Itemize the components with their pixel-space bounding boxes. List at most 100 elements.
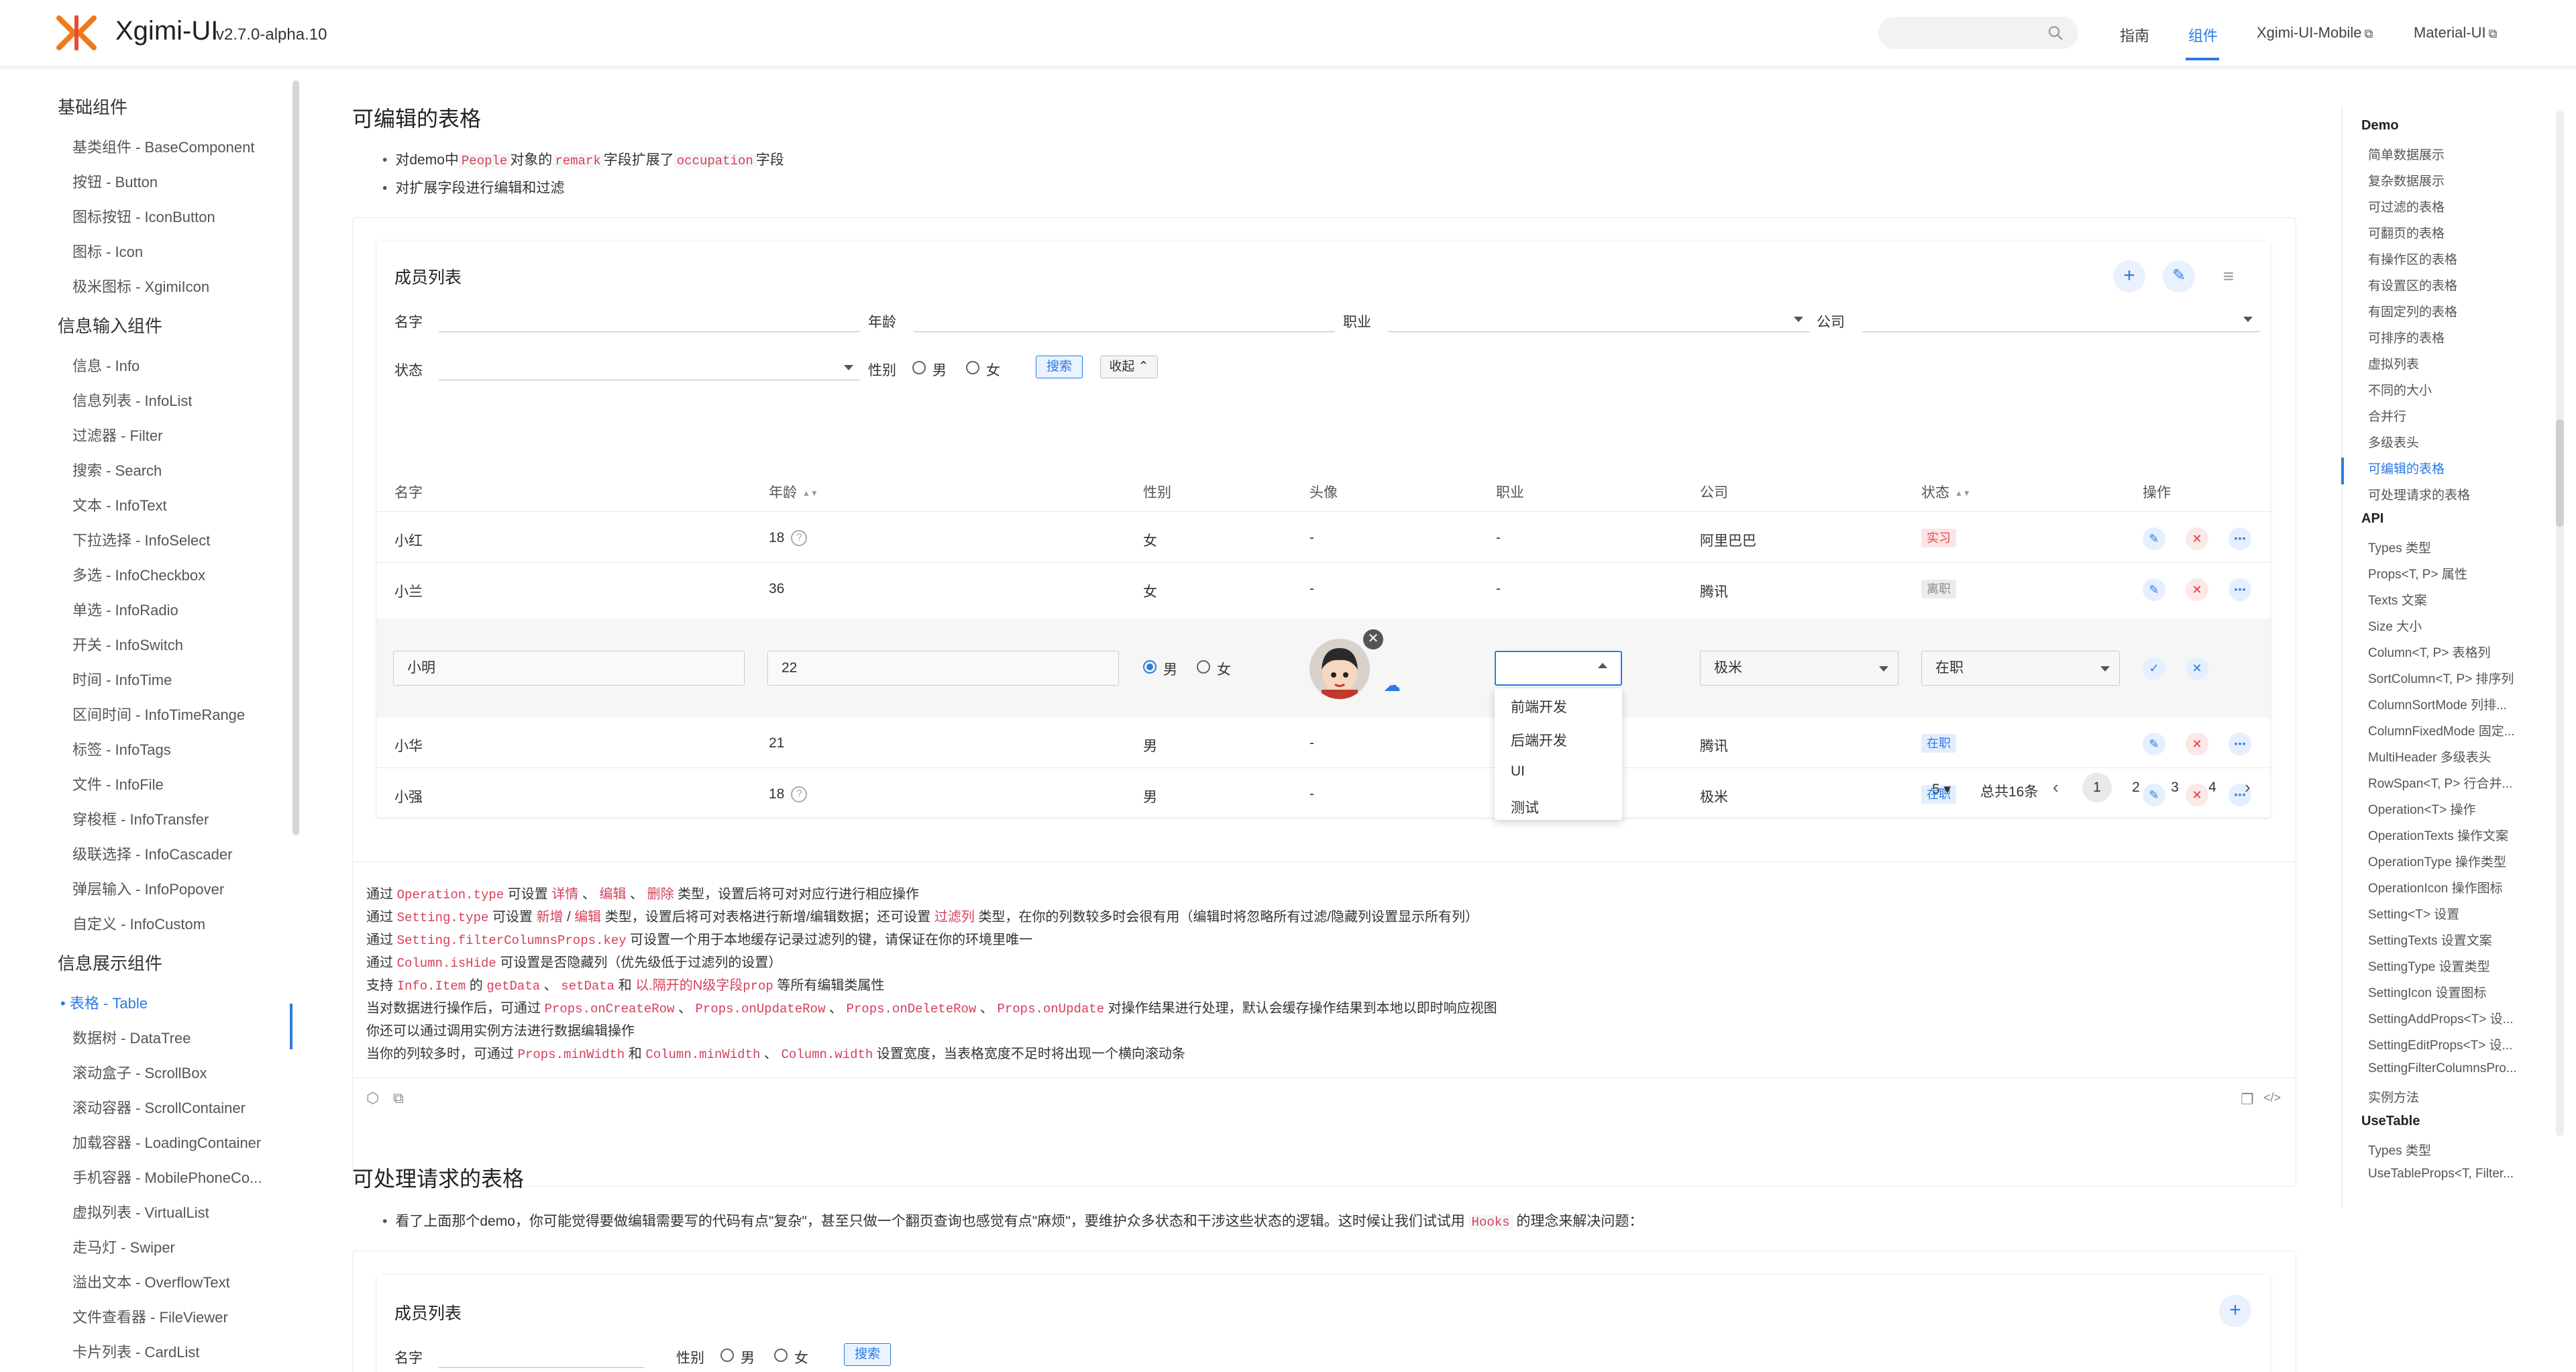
filter-name-input[interactable] [439,331,860,332]
sidebar-item[interactable]: 按钮 - Button [72,170,158,192]
toc-item[interactable]: 虚拟列表 [2368,354,2419,372]
sidebar-item[interactable]: 滚动盒子 - ScrollBox [72,1061,207,1083]
sidebar-item[interactable]: 图标 - Icon [72,240,143,262]
toc-item[interactable]: 可过滤的表格 [2368,197,2445,215]
toc-item[interactable]: UseTableProps<T, Filter... [2368,1167,2514,1181]
sidebar-item[interactable]: 极米图标 - XgimiIcon [72,275,209,297]
page-size-select[interactable]: 5 ▾ [1932,781,1951,798]
sidebar-item[interactable]: 走马灯 - Swiper [72,1236,175,1257]
toc-group-demo[interactable]: Demo [2361,118,2399,134]
sidebar-item[interactable]: 区间时间 - InfoTimeRange [72,703,245,725]
sidebar-item[interactable]: 文本 - InfoText [72,494,167,515]
gender-male-radio[interactable] [912,361,926,374]
open-new-window-icon[interactable]: ⧉ [393,1090,404,1107]
toc-item[interactable]: SettingAddProps<T> 设... [2368,1009,2514,1027]
toc-item[interactable]: Operation<T> 操作 [2368,800,2476,818]
filter-job-select[interactable] [1389,331,1810,332]
toc-item[interactable]: OperationTexts 操作文案 [2368,826,2508,844]
xgimi-logo-icon[interactable] [56,15,97,50]
sidebar-item[interactable]: 虚拟列表 - VirtualList [72,1201,209,1222]
filter-columns-icon[interactable]: ≡ [2215,263,2242,290]
sidebar-item[interactable]: 搜索 - Search [72,459,162,480]
row-more-button[interactable]: ⋯ [2229,733,2251,755]
filter-company-select[interactable] [1862,331,2259,332]
toc-item[interactable]: SettingEditProps<T> 设... [2368,1035,2512,1053]
toc-item[interactable]: MultiHeader 多级表头 [2368,747,2491,766]
row-edit-button[interactable]: ✎ [2143,578,2165,601]
sidebar-item[interactable]: 弹层输入 - InfoPopover [72,878,224,899]
toc-item[interactable]: ColumnFixedMode 固定... [2368,721,2515,739]
edit-company-select[interactable]: 极米 [1700,651,1898,686]
sidebar-item[interactable]: 手机容器 - MobilePhoneCo... [72,1166,262,1188]
sidebar-item[interactable]: 卡片列表 - CardList [72,1340,199,1362]
edit-gender-male-radio[interactable] [1143,660,1157,674]
toc-item[interactable]: Texts 文案 [2368,590,2427,609]
edit-age-input[interactable]: 22 [767,651,1119,686]
nav-xgimi-ui-mobile[interactable]: Xgimi-UI-Mobile ⧉ [2257,24,2373,42]
page-4[interactable]: 4 [2198,773,2227,802]
toc-item[interactable]: SortColumn<T, P> 排序列 [2368,669,2514,687]
codesandbox-icon[interactable]: ⬡ [366,1090,379,1107]
filter-age-input[interactable] [914,331,1335,332]
toc-item[interactable]: 不同的大小 [2368,380,2432,399]
prev-page-icon[interactable]: ‹ [2053,777,2059,798]
remove-avatar-button[interactable]: ✕ [1363,629,1383,649]
toc-item[interactable]: 可处理请求的表格 [2368,485,2470,503]
search-button[interactable]: 搜索 [1036,356,1083,378]
help-icon[interactable]: ? [791,786,808,803]
row-delete-button[interactable]: ✕ [2186,578,2208,601]
sidebar-item[interactable]: 自定义 - InfoCustom [72,912,205,934]
toc-item[interactable]: Size 大小 [2368,617,2422,635]
sidebar-item-table[interactable]: • 表格 - Table [60,992,148,1013]
sidebar-item[interactable]: 数据树 - DataTree [72,1026,191,1048]
edit-status-select[interactable]: 在职 [1921,651,2120,686]
row-delete-button[interactable]: ✕ [2186,733,2208,755]
help-icon[interactable]: ? [791,530,808,547]
sidebar-item[interactable]: 单选 - InfoRadio [72,598,178,620]
toc-item[interactable]: 可翻页的表格 [2368,223,2445,242]
toc-item[interactable]: SettingFilterColumnsPro... [2368,1061,2517,1076]
toc-item[interactable]: SettingIcon 设置图标 [2368,983,2486,1001]
toc-item[interactable]: Types 类型 [2368,538,2431,556]
toc-item[interactable]: SettingType 设置类型 [2368,957,2490,975]
toc-item[interactable]: RowSpan<T, P> 行合并... [2368,774,2512,792]
sidebar-item[interactable]: 过滤器 - Filter [72,424,162,445]
collapse-button[interactable]: 收起 ⌃ [1100,356,1158,378]
toc-item[interactable]: ColumnSortMode 列排... [2368,695,2507,713]
sidebar-item[interactable]: 时间 - InfoTime [72,668,172,690]
gender-female-radio[interactable] [774,1349,788,1362]
upload-icon[interactable]: ☁ [1381,674,1403,696]
toc-item[interactable]: OperationIcon 操作图标 [2368,878,2503,896]
next-page-icon[interactable]: › [2245,777,2251,798]
row-more-button[interactable]: ⋯ [2229,527,2251,550]
toc-item[interactable]: 有固定列的表格 [2368,302,2457,320]
row-edit-button[interactable]: ✎ [2143,527,2165,550]
nav-guide[interactable]: 指南 [2120,24,2149,46]
search-button[interactable]: 搜索 [844,1343,891,1366]
sidebar-item[interactable]: 文件 - InfoFile [72,773,164,794]
toc-item[interactable]: Props<T, P> 属性 [2368,564,2467,582]
row-edit-button[interactable]: ✎ [2143,733,2165,755]
sidebar-item[interactable]: 级联选择 - InfoCascader [72,843,232,864]
sidebar-scrollbar[interactable] [292,81,299,835]
edit-name-input[interactable]: 小明 [393,651,745,686]
toc-item[interactable]: 简单数据展示 [2368,145,2445,163]
sidebar-item[interactable]: 信息列表 - InfoList [72,389,192,411]
sidebar-item[interactable]: 滚动容器 - ScrollContainer [72,1096,246,1118]
sidebar-item[interactable]: 信息 - Info [72,354,140,376]
search-input[interactable] [1878,17,2078,49]
filter-name-input[interactable] [439,1367,644,1368]
brand-name[interactable]: Xgimi-UI [115,16,218,46]
confirm-edit-button[interactable]: ✓ [2143,657,2165,680]
sidebar-item[interactable]: 基类组件 - BaseComponent [72,136,254,157]
add-button[interactable]: + [2113,260,2145,293]
toc-item[interactable]: 有操作区的表格 [2368,250,2457,268]
edit-button[interactable]: ✎ [2163,260,2195,293]
column-header-status[interactable]: 状态 ▲▼ [1921,482,1971,502]
sidebar-item[interactable]: 标签 - InfoTags [72,738,171,759]
column-header-age[interactable]: 年龄 ▲▼ [769,482,818,502]
sidebar-item[interactable]: 溢出文本 - OverflowText [72,1271,230,1292]
dropdown-option[interactable]: 后端开发 [1511,730,1567,750]
dropdown-option[interactable]: 前端开发 [1511,696,1567,717]
row-more-button[interactable]: ⋯ [2229,578,2251,601]
